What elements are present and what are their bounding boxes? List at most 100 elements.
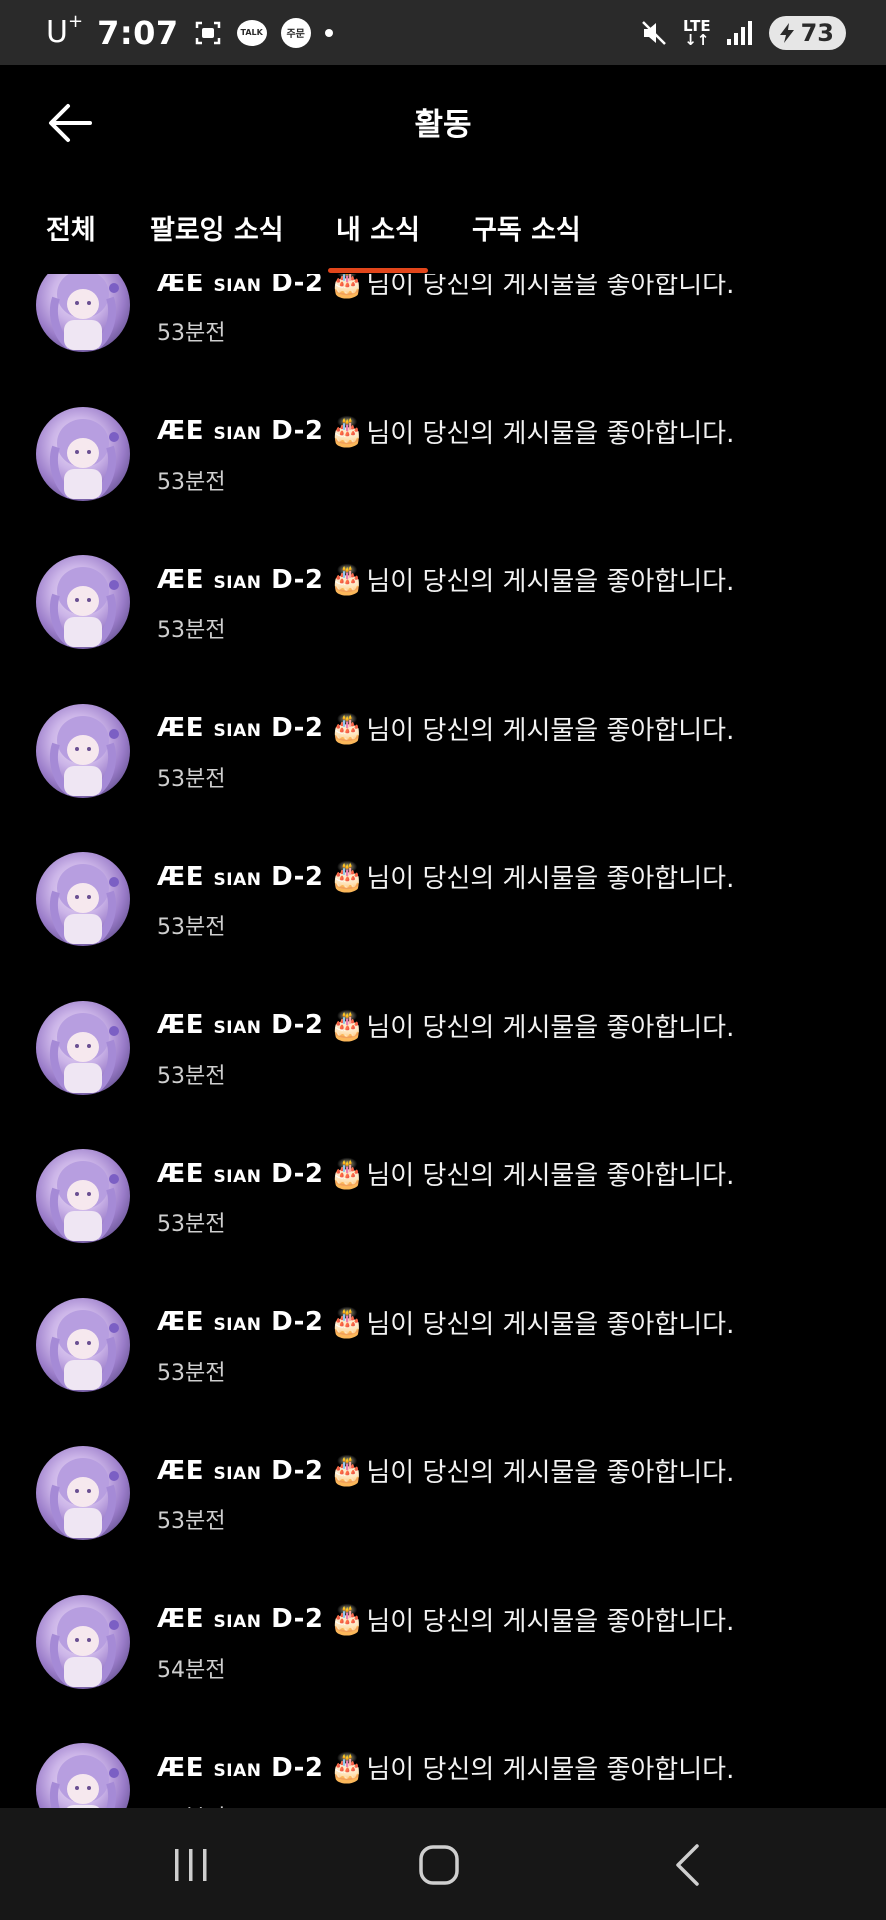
avatar[interactable] bbox=[36, 703, 130, 798]
notification-message: 님이 당신의 게시물을 좋아합니다. bbox=[366, 1755, 735, 1785]
avatar-image bbox=[49, 715, 119, 796]
user-name[interactable]: ÆE sian D-2 bbox=[157, 713, 324, 743]
mute-icon bbox=[639, 18, 669, 48]
tab-subscription-news[interactable]: 구독 소식 bbox=[472, 208, 581, 247]
notification-message: 님이 당신의 게시물을 좋아합니다. bbox=[366, 274, 735, 300]
notification-message-line: ÆE sian D-2 🎂 님이 당신의 게시물을 좋아합니다. bbox=[157, 561, 866, 598]
avatar-image bbox=[49, 864, 119, 944]
notification-message: 님이 당신의 게시물을 좋아합니다. bbox=[366, 1606, 735, 1637]
order-notification-icon: 주문 bbox=[280, 17, 311, 48]
notification-item[interactable]: ÆE sian D-2 🎂 님이 당신의 게시물을 좋아합니다. 53분전 bbox=[0, 274, 886, 407]
user-name[interactable]: ÆE sian D-2 bbox=[157, 1753, 324, 1783]
notification-text: ÆE sian D-2 🎂 님이 당신의 게시물을 좋아합니다. 53분전 bbox=[157, 1155, 866, 1238]
avatar-image bbox=[49, 1161, 119, 1241]
cake-emoji-icon: 🎂 bbox=[329, 414, 365, 448]
cake-emoji-icon: 🎂 bbox=[329, 860, 365, 893]
notification-list[interactable]: ÆE sian D-2 🎂 님이 당신의 게시물을 좋아합니다. 53분전 ÆE… bbox=[0, 274, 886, 1808]
user-name[interactable]: ÆE sian D-2 bbox=[157, 416, 324, 446]
more-notifications-icon bbox=[324, 28, 333, 37]
cake-emoji-icon: 🎂 bbox=[329, 274, 365, 299]
avatar[interactable] bbox=[36, 1297, 130, 1392]
tab-my-news[interactable]: 내 소식 bbox=[336, 208, 420, 247]
notification-item[interactable]: ÆE sian D-2 🎂 님이 당신의 게시물을 좋아합니다. 53분전 bbox=[0, 1446, 886, 1595]
notification-item[interactable]: ÆE sian D-2 🎂 님이 당신의 게시물을 좋아합니다. 53분전 bbox=[0, 703, 886, 853]
cake-emoji-icon: 🎂 bbox=[329, 1008, 365, 1042]
notification-text: ÆE sian D-2 🎂 님이 당신의 게시물을 좋아합니다. 53분전 bbox=[157, 1007, 866, 1090]
notification-item[interactable]: ÆE sian D-2 🎂 님이 당신의 게시물을 좋아합니다. 53분전 bbox=[0, 555, 886, 704]
avatar[interactable] bbox=[36, 555, 130, 649]
cake-emoji-icon: 🎂 bbox=[329, 1305, 365, 1339]
signal-icon bbox=[725, 18, 755, 48]
charging-icon bbox=[779, 22, 794, 43]
notification-item[interactable]: ÆE sian D-2 🎂 님이 당신의 게시물을 좋아합니다. 54분전 bbox=[0, 1743, 886, 1808]
timestamp: 53분전 bbox=[157, 469, 226, 495]
tab-all[interactable]: 전체 bbox=[46, 208, 96, 247]
notification-item[interactable]: ÆE sian D-2 🎂 님이 당신의 게시물을 좋아합니다. 53분전 bbox=[0, 1149, 886, 1298]
status-left: U+ 7:07 TALK 주문 bbox=[46, 11, 333, 52]
timestamp: 53분전 bbox=[157, 321, 226, 346]
avatar[interactable] bbox=[36, 1149, 130, 1243]
cake-emoji-icon: 🎂 bbox=[329, 1157, 365, 1190]
user-name[interactable]: ÆE sian D-2 bbox=[157, 1456, 324, 1486]
avatar-image bbox=[49, 1606, 119, 1687]
avatar[interactable] bbox=[36, 1000, 130, 1095]
notification-item[interactable]: ÆE sian D-2 🎂 님이 당신의 게시물을 좋아합니다. 53분전 bbox=[0, 852, 886, 1001]
notification-message-line: ÆE sian D-2 🎂 님이 당신의 게시물을 좋아합니다. bbox=[157, 710, 866, 747]
notification-text: ÆE sian D-2 🎂 님이 당신의 게시물을 좋아합니다. 53분전 bbox=[157, 1452, 866, 1535]
cake-emoji-icon: 🎂 bbox=[329, 711, 365, 745]
carrier-label: U+ bbox=[46, 11, 84, 50]
battery-indicator: 73 bbox=[768, 15, 846, 50]
avatar[interactable] bbox=[36, 1446, 130, 1540]
avatar[interactable] bbox=[36, 1594, 130, 1689]
tab-following-news[interactable]: 팔로잉 소식 bbox=[150, 208, 284, 247]
notification-message-line: ÆE sian D-2 🎂 님이 당신의 게시물을 좋아합니다. bbox=[157, 274, 866, 301]
avatar-image bbox=[49, 1755, 119, 1808]
home-icon bbox=[419, 1845, 459, 1885]
notification-message-line: ÆE sian D-2 🎂 님이 당신의 게시물을 좋아합니다. bbox=[157, 1007, 866, 1044]
app-root: U+ 7:07 TALK 주문 LTE ↓↑ 73 활동 전체 팔로잉 소식 내… bbox=[0, 0, 886, 1920]
notification-message: 님이 당신의 게시물을 좋아합니다. bbox=[366, 1161, 735, 1191]
notification-message: 님이 당신의 게시물을 좋아합니다. bbox=[366, 864, 735, 894]
nav-back-button[interactable] bbox=[664, 1842, 714, 1888]
user-name[interactable]: ÆE sian D-2 bbox=[157, 1010, 324, 1040]
user-name[interactable]: ÆE sian D-2 bbox=[157, 862, 324, 892]
notification-item[interactable]: ÆE sian D-2 🎂 님이 당신의 게시물을 좋아합니다. 53분전 bbox=[0, 1000, 886, 1150]
timestamp: 53분전 bbox=[157, 1360, 226, 1386]
user-name[interactable]: ÆE sian D-2 bbox=[157, 1604, 324, 1634]
recent-apps-icon bbox=[175, 1849, 207, 1881]
avatar[interactable] bbox=[36, 852, 130, 946]
timestamp: 54분전 bbox=[157, 1800, 866, 1808]
avatar[interactable] bbox=[36, 1743, 130, 1808]
avatar[interactable] bbox=[36, 274, 130, 352]
avatar-image bbox=[49, 274, 119, 350]
notification-message-line: ÆE sian D-2 🎂 님이 당신의 게시물을 좋아합니다. bbox=[157, 1452, 866, 1489]
notification-message: 님이 당신의 게시물을 좋아합니다. bbox=[366, 1309, 735, 1340]
notification-message: 님이 당신의 게시물을 좋아합니다. bbox=[366, 715, 735, 746]
notification-item[interactable]: ÆE sian D-2 🎂 님이 당신의 게시물을 좋아합니다. 53분전 bbox=[0, 1297, 886, 1447]
notification-text: ÆE sian D-2 🎂 님이 당신의 게시물을 좋아합니다. 53분전 bbox=[157, 413, 866, 496]
user-name[interactable]: ÆE sian D-2 bbox=[157, 274, 324, 298]
notification-item[interactable]: ÆE sian D-2 🎂 님이 당신의 게시물을 좋아합니다. 53분전 bbox=[0, 406, 886, 556]
clock: 7:07 bbox=[97, 13, 179, 52]
notification-text: ÆE sian D-2 🎂 님이 당신의 게시물을 좋아합니다. 53분전 bbox=[157, 561, 866, 644]
cake-emoji-icon: 🎂 bbox=[329, 563, 365, 596]
notification-list-content: ÆE sian D-2 🎂 님이 당신의 게시물을 좋아합니다. 53분전 ÆE… bbox=[0, 274, 886, 1808]
timestamp: 53분전 bbox=[157, 618, 226, 643]
user-name[interactable]: ÆE sian D-2 bbox=[157, 1159, 324, 1189]
user-name[interactable]: ÆE sian D-2 bbox=[157, 1307, 324, 1337]
notification-message-line: ÆE sian D-2 🎂 님이 당신의 게시물을 좋아합니다. bbox=[157, 1304, 866, 1341]
timestamp: 53분전 bbox=[157, 1063, 226, 1089]
avatar[interactable] bbox=[36, 406, 130, 501]
user-name[interactable]: ÆE sian D-2 bbox=[157, 565, 324, 595]
kakaotalk-icon: TALK bbox=[236, 19, 267, 46]
notification-item[interactable]: ÆE sian D-2 🎂 님이 당신의 게시물을 좋아합니다. 54분전 bbox=[0, 1594, 886, 1744]
notification-message-line: ÆE sian D-2 🎂 님이 당신의 게시물을 좋아합니다. bbox=[157, 1155, 866, 1192]
notification-text: ÆE sian D-2 🎂 님이 당신의 게시물을 좋아합니다. 53분전 bbox=[157, 710, 866, 793]
tab-bar: 전체 팔로잉 소식 내 소식 구독 소식 bbox=[0, 190, 886, 274]
notification-message-line: ÆE sian D-2 🎂 님이 당신의 게시물을 좋아합니다. bbox=[157, 1601, 866, 1638]
cake-emoji-icon: 🎂 bbox=[329, 1751, 365, 1784]
timestamp: 54분전 bbox=[157, 1657, 226, 1683]
home-button[interactable] bbox=[414, 1842, 464, 1888]
timestamp: 53분전 bbox=[157, 766, 226, 792]
recent-apps-button[interactable] bbox=[166, 1842, 216, 1888]
